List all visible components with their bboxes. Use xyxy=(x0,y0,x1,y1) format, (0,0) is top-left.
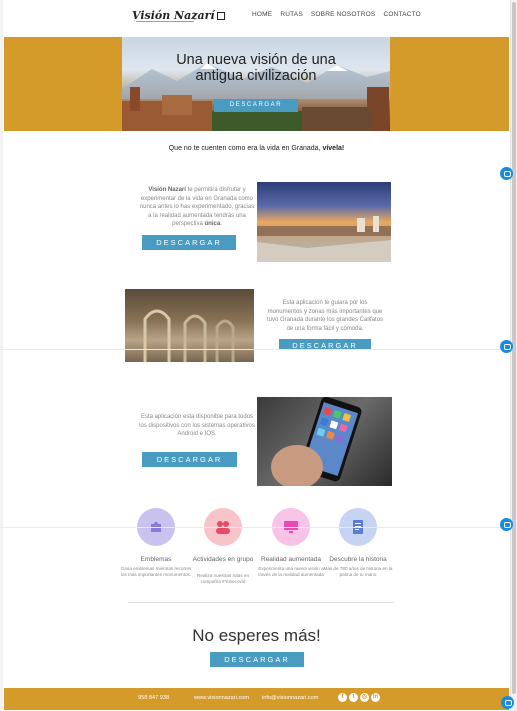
screenshot-seam xyxy=(0,527,517,528)
city-illustration xyxy=(257,216,391,262)
twitter-icon[interactable]: t xyxy=(349,693,358,702)
site-footer: 958 847 938 www.visionnazari.com info@vi… xyxy=(4,688,509,710)
screenshot-seam xyxy=(0,349,517,350)
logo-emblem-icon xyxy=(216,12,225,20)
feature-2-download-button[interactable]: DESCARGAR xyxy=(279,339,371,349)
historia-title: Descubre la historia xyxy=(329,556,387,563)
realidad-title: Realidad aumentada xyxy=(261,556,321,563)
feature-2-text: Esta aplicación te guiara por los monume… xyxy=(266,300,384,332)
tagline-strong: vívela! xyxy=(322,145,345,152)
historia-desc: Más de 780 años de historia en la palma … xyxy=(323,566,393,577)
nav-contacto[interactable]: CONTACTO xyxy=(383,11,420,18)
main-nav: HOME RUTAS SOBRE NOSOTROS CONTACTO xyxy=(252,11,421,18)
section-divider xyxy=(128,602,394,603)
hero-title: Una nueva visión de una antigua civiliza… xyxy=(122,52,390,84)
monument-interior-photo xyxy=(125,289,254,362)
realidad-desc: Experimenta una nueva visión a través de… xyxy=(258,566,324,577)
phone-illustration xyxy=(271,397,362,486)
footer-email[interactable]: info@visionnazari.com xyxy=(262,695,318,701)
social-links: f t ◎ in xyxy=(338,693,380,702)
hero-download-button[interactable]: DESCARGAR xyxy=(214,99,298,112)
feature-1-download-button[interactable]: DESCARGAR xyxy=(142,235,236,250)
chat-bubble-icon[interactable] xyxy=(500,340,513,353)
nav-sobre-nosotros[interactable]: SOBRE NOSOTROS xyxy=(311,11,376,18)
feature-1-strong: única xyxy=(204,221,221,228)
feature-1-text: Visión Nazarí te permitirá disfrutar y e… xyxy=(138,186,256,229)
feature-1-lead: Visión Nazarí xyxy=(148,187,186,193)
cta-download-button[interactable]: DESCARGAR xyxy=(210,652,304,667)
cta-title: No esperes más! xyxy=(192,626,321,645)
chat-bubble-icon[interactable] xyxy=(501,696,514,709)
tagline-text: Que no te cuenten como era la vida en Gr… xyxy=(168,145,323,152)
feature-1-body: te permitirá disfrutar y experimentar de… xyxy=(139,187,255,228)
actividades-title: Actividades en grupo xyxy=(192,556,254,563)
facebook-icon[interactable]: f xyxy=(338,693,347,702)
arches-illustration xyxy=(143,309,235,362)
feature-3-download-button[interactable]: DESCARGAR xyxy=(142,452,237,467)
logo-underline xyxy=(136,21,194,22)
vertical-scrollbar[interactable] xyxy=(510,0,517,711)
feature-1-end: . xyxy=(220,221,222,228)
tagline: Que no te cuenten como era la vida en Gr… xyxy=(4,145,509,152)
linkedin-icon[interactable]: in xyxy=(371,693,380,702)
emblemas-title: Emblemas xyxy=(140,556,172,563)
window-edge xyxy=(0,0,3,711)
actividades-desc: Realiza nuestras rutas en compañía #Yose… xyxy=(196,573,250,584)
nav-home[interactable]: HOME xyxy=(252,11,272,18)
granada-city-photo xyxy=(257,182,391,262)
instagram-icon[interactable]: ◎ xyxy=(360,693,369,702)
hero-title-line-2: antigua civilización xyxy=(195,68,317,84)
smartphone-photo xyxy=(257,397,392,486)
footer-website[interactable]: www.visionnazari.com xyxy=(194,695,249,701)
hero-title-line-1: Una nueva visión de una xyxy=(176,52,336,68)
feature-3-text: Esta aplicación esta disponible para tod… xyxy=(139,414,255,438)
chat-bubble-icon[interactable] xyxy=(500,518,513,531)
footer-phone[interactable]: 958 847 938 xyxy=(138,695,169,701)
chat-bubble-icon[interactable] xyxy=(500,167,513,180)
landing-page: Visión Nazarí HOME RUTAS SOBRE NOSOTROS … xyxy=(4,0,509,711)
emblemas-desc: Gana emblemas mientras recorres los más … xyxy=(120,566,192,577)
nav-rutas[interactable]: RUTAS xyxy=(280,11,303,18)
site-header: Visión Nazarí HOME RUTAS SOBRE NOSOTROS … xyxy=(4,0,509,34)
